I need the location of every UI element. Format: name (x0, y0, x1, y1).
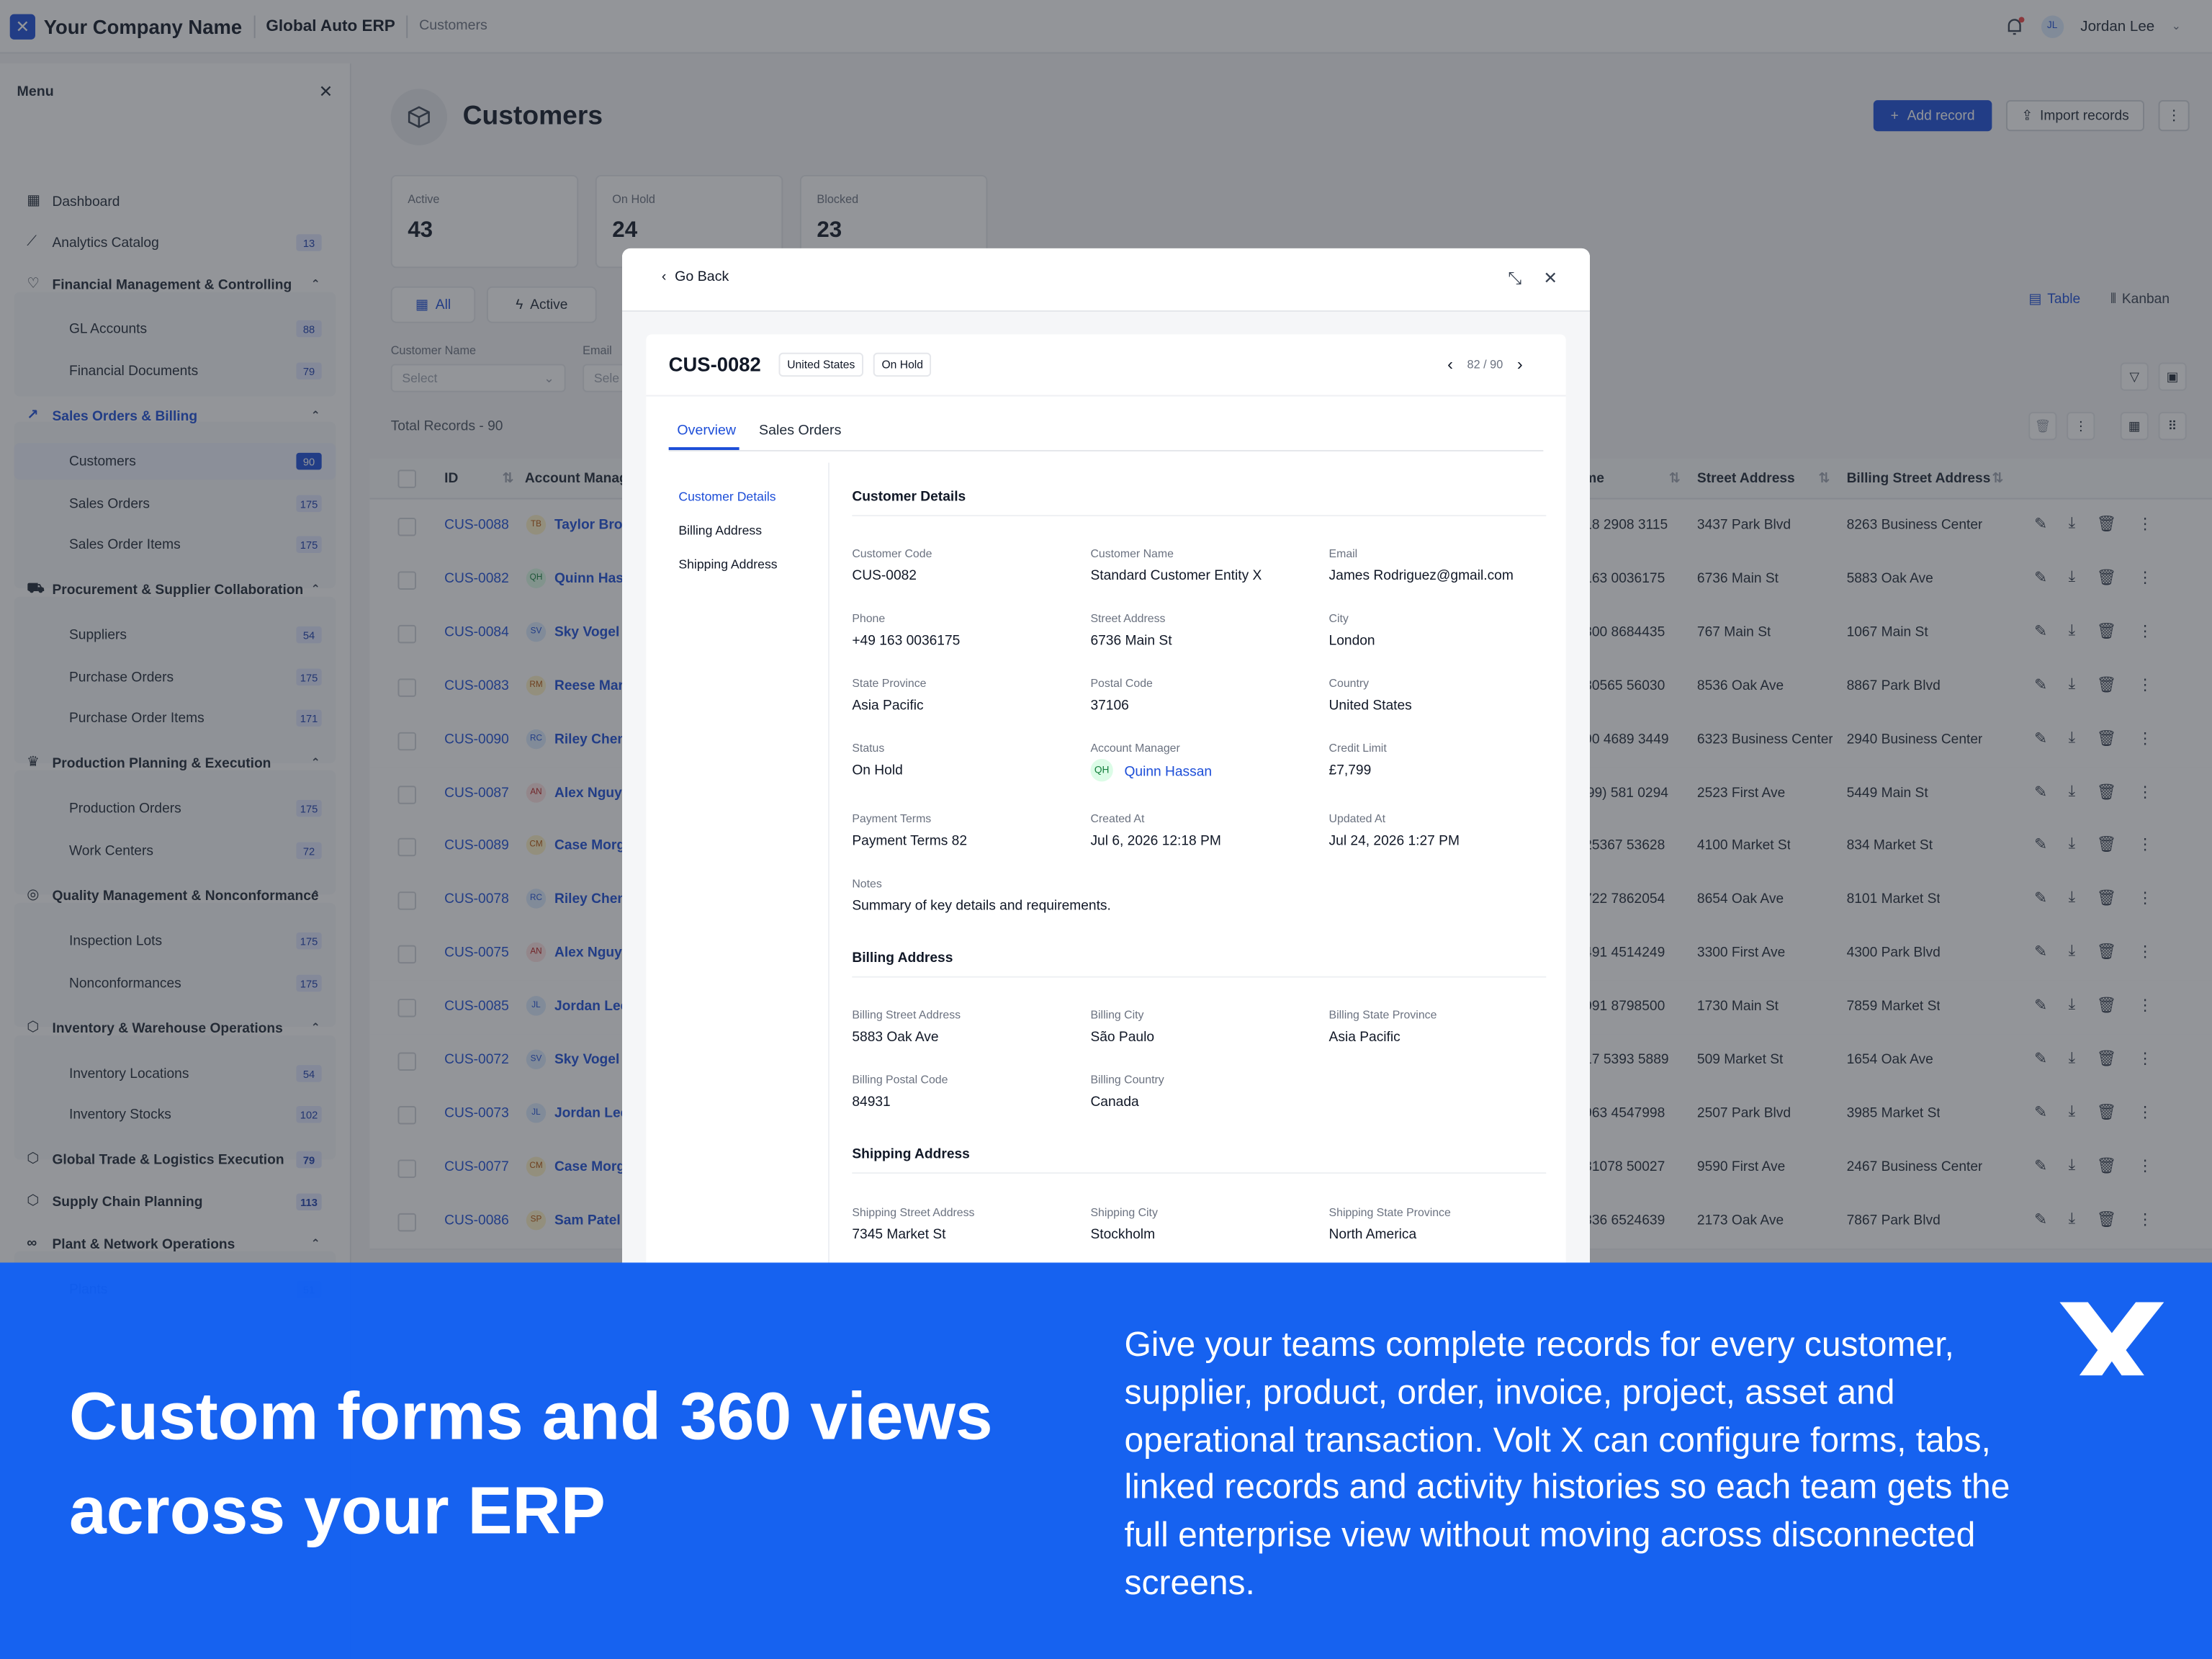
promo-banner: Custom forms and 360 views across your E… (0, 1262, 2212, 1659)
field-value-account-manager[interactable]: Quinn Hassan (1124, 765, 1212, 781)
tab-sales-orders[interactable]: Sales Orders (759, 423, 841, 439)
field-label-customer-code: Customer Code (852, 547, 932, 560)
banner-body: Give your teams complete records for eve… (1124, 1326, 2010, 1603)
field-value-customer-code: CUS-0082 (852, 568, 917, 585)
field-label-status: Status (852, 742, 885, 755)
field-value-shipping-city: Stockholm (1090, 1227, 1156, 1244)
field-value-state-province: Asia Pacific (852, 698, 924, 714)
record-pager: ‹ 82 / 90 › (1447, 354, 1523, 374)
field-label-created-at: Created At (1090, 812, 1145, 826)
field-value-payment-terms: Payment Terms 82 (852, 833, 968, 850)
field-label-billing-city: Billing City (1090, 1008, 1144, 1022)
status-badge: On Hold (873, 352, 932, 377)
section-title: Customer Details (852, 489, 966, 505)
section-nav-billing-address[interactable]: Billing Address (678, 523, 762, 538)
field-label-country: Country (1328, 677, 1370, 691)
field-label-billing-postal-code: Billing Postal Code (852, 1073, 948, 1087)
close-icon[interactable]: ✕ (1543, 268, 1557, 287)
field-label-email: Email (1328, 547, 1358, 560)
brand-logo-icon (2059, 1302, 2164, 1376)
field-value-credit-limit: £7,799 (1328, 763, 1372, 779)
field-value-billing-street-address: 5883 Oak Ave (852, 1030, 939, 1046)
field-label-notes: Notes (852, 877, 882, 891)
app-window: ✕ Your Company Name Global Auto ERP Cust… (0, 0, 2212, 1659)
record-modal: ‹ Go Back ⤡ ✕ CUS-0082 United States On H… (622, 248, 1591, 1264)
record-card: CUS-0082 United States On Hold ‹ 82 / 90… (646, 334, 1566, 1264)
section-nav-customer-details[interactable]: Customer Details (678, 490, 775, 504)
field-label-state-province: State Province (852, 677, 927, 691)
banner-headline: Custom forms and 360 views across your E… (69, 1380, 993, 1550)
field-label-billing-street-address: Billing Street Address (852, 1008, 961, 1022)
field-value-notes: Summary of key details and requirements. (852, 899, 1111, 914)
field-value-billing-postal-code: 84931 (852, 1094, 891, 1110)
avatar: QH (1090, 759, 1113, 782)
field-value-phone: +49 163 0036175 (852, 633, 961, 649)
field-label-account-manager: Account Manager (1090, 742, 1180, 755)
field-label-shipping-state-province: Shipping State Province (1328, 1206, 1451, 1219)
field-value-city: London (1328, 633, 1375, 649)
field-value-customer-name: Standard Customer Entity X (1090, 568, 1262, 585)
record-id: CUS-0082 (668, 352, 761, 376)
tab-overview[interactable]: Overview (677, 423, 736, 439)
field-value-shipping-state-province: North America (1328, 1227, 1417, 1244)
chevron-left-icon[interactable]: ‹ (1447, 354, 1453, 374)
section-nav-shipping-address[interactable]: Shipping Address (678, 557, 777, 572)
field-value-billing-city: São Paulo (1090, 1030, 1155, 1046)
chevron-left-icon: ‹ (661, 269, 667, 285)
field-label-city: City (1328, 612, 1349, 625)
field-label-credit-limit: Credit Limit (1328, 742, 1387, 755)
modal-header: ‹ Go Back ⤡ ✕ (622, 248, 1591, 312)
field-label-shipping-city: Shipping City (1090, 1206, 1158, 1219)
field-label-phone: Phone (852, 612, 886, 625)
field-label-billing-state-province: Billing State Province (1328, 1008, 1437, 1022)
pager-text: 82 / 90 (1467, 356, 1503, 372)
field-value-status: On Hold (852, 763, 903, 779)
field-label-updated-at: Updated At (1328, 812, 1386, 826)
field-label-street-address: Street Address (1090, 612, 1166, 625)
field-label-payment-terms: Payment Terms (852, 812, 932, 826)
field-value-street-address: 6736 Main St (1090, 633, 1172, 649)
field-label-billing-country: Billing Country (1090, 1073, 1164, 1087)
field-value-country: United States (1328, 698, 1412, 714)
field-label-postal-code: Postal Code (1090, 677, 1153, 691)
field-value-shipping-street-address: 7345 Market St (852, 1227, 946, 1244)
field-value-billing-state-province: Asia Pacific (1328, 1030, 1401, 1046)
field-value-updated-at: Jul 24, 2026 1:27 PM (1328, 833, 1460, 850)
field-value-postal-code: 37106 (1090, 698, 1129, 714)
section-title: Shipping Address (852, 1146, 970, 1163)
field-value-billing-country: Canada (1090, 1094, 1139, 1110)
field-value-created-at: Jul 6, 2026 12:18 PM (1090, 833, 1221, 850)
go-back-label: Go Back (675, 269, 729, 285)
collapse-icon[interactable]: ⤡ (1508, 268, 1521, 289)
section-title: Billing Address (852, 950, 953, 967)
country-tag: United States (778, 352, 864, 377)
chevron-right-icon[interactable]: › (1517, 354, 1523, 374)
field-value-email: James Rodriguez@gmail.com (1328, 568, 1514, 585)
go-back-button[interactable]: ‹ Go Back (662, 269, 729, 285)
field-label-shipping-street-address: Shipping Street Address (852, 1206, 975, 1219)
field-label-customer-name: Customer Name (1090, 547, 1174, 560)
